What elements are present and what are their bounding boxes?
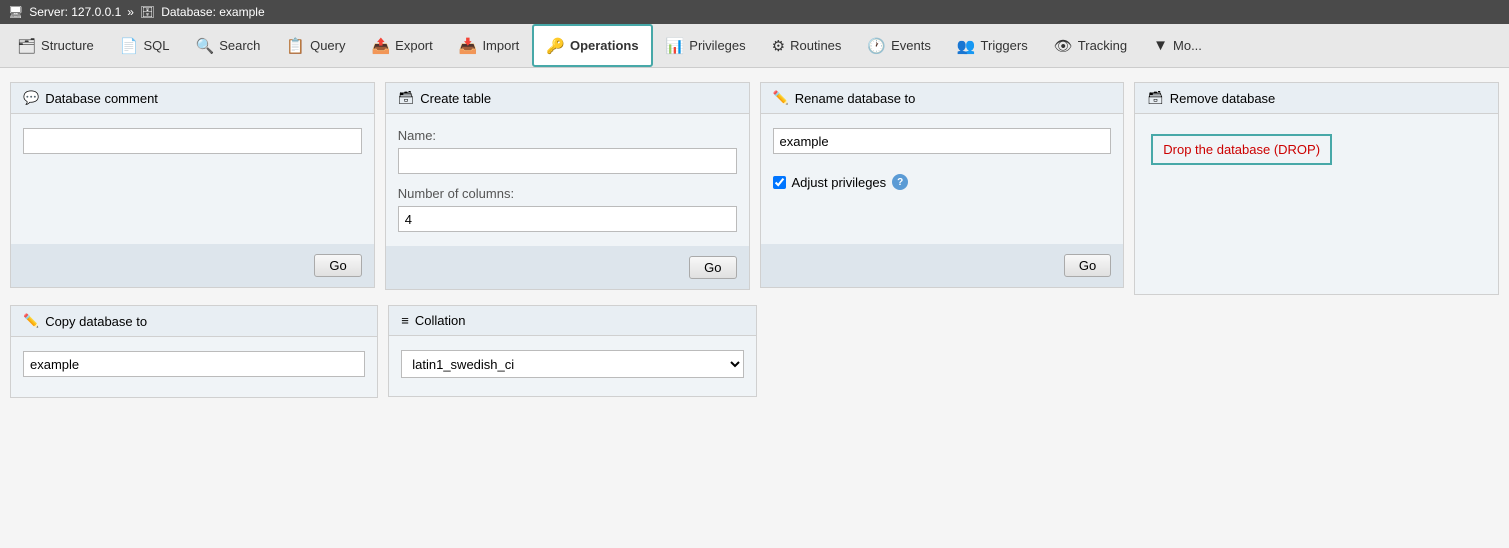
events-icon: 🕐 bbox=[867, 37, 886, 55]
nav-events-label: Events bbox=[891, 38, 931, 53]
tracking-icon: 👁 bbox=[1054, 37, 1073, 55]
panels-row-1: 💬 Database comment Go 🗃 Create table Nam… bbox=[10, 82, 1499, 295]
database-comment-header: 💬 Database comment bbox=[11, 83, 374, 114]
database-comment-title: Database comment bbox=[45, 91, 158, 106]
nav-triggers[interactable]: 👥 Triggers bbox=[944, 24, 1041, 67]
nav-events[interactable]: 🕐 Events bbox=[854, 24, 943, 67]
nav-structure-label: Structure bbox=[41, 38, 94, 53]
nav-routines-label: Routines bbox=[790, 38, 841, 53]
titlebar: 🖥 Server: 127.0.0.1 » 🗄 Database: exampl… bbox=[0, 0, 1509, 24]
copy-database-body bbox=[11, 337, 377, 397]
remove-database-body: Drop the database (DROP) bbox=[1135, 114, 1498, 294]
server-label: Server: 127.0.0.1 bbox=[29, 5, 121, 19]
adjust-privileges-checkbox[interactable] bbox=[773, 176, 786, 189]
rename-database-input[interactable] bbox=[773, 128, 1112, 154]
rename-database-body: Adjust privileges ? bbox=[761, 114, 1124, 244]
nav-import[interactable]: 📥 Import bbox=[446, 24, 533, 67]
collation-select[interactable]: latin1_swedish_ci utf8_general_ci utf8mb… bbox=[401, 350, 743, 378]
operations-icon: 🔑 bbox=[546, 37, 565, 55]
remove-database-panel: 🗃 Remove database Drop the database (DRO… bbox=[1134, 82, 1499, 295]
nav-search-label: Search bbox=[219, 38, 260, 53]
database-comment-body bbox=[11, 114, 374, 244]
remove-database-title: Remove database bbox=[1170, 91, 1276, 106]
nav-query[interactable]: 📋 Query bbox=[273, 24, 358, 67]
collation-icon: ≡ bbox=[401, 313, 409, 328]
database-icon: 🗄 bbox=[140, 5, 155, 19]
breadcrumb-separator: » bbox=[127, 5, 134, 19]
nav-sql[interactable]: 📄 SQL bbox=[107, 24, 183, 67]
rename-database-go-button[interactable]: Go bbox=[1064, 254, 1111, 277]
create-table-go-button[interactable]: Go bbox=[689, 256, 736, 279]
rename-database-panel: ✏️ Rename database to Adjust privileges … bbox=[760, 82, 1125, 288]
create-table-header: 🗃 Create table bbox=[386, 83, 749, 114]
copy-database-panel: ✏️ Copy database to bbox=[10, 305, 378, 398]
nav-search[interactable]: 🔍 Search bbox=[183, 24, 274, 67]
rename-database-footer: Go bbox=[761, 244, 1124, 287]
navbar: 🗂 Structure 📄 SQL 🔍 Search 📋 Query 📤 Exp… bbox=[0, 24, 1509, 68]
copy-db-icon: ✏️ bbox=[23, 313, 39, 329]
import-icon: 📥 bbox=[459, 37, 478, 55]
server-icon: 🖥 bbox=[8, 5, 23, 19]
nav-operations-label: Operations bbox=[570, 38, 639, 53]
copy-database-header: ✏️ Copy database to bbox=[11, 306, 377, 337]
columns-label: Number of columns: bbox=[398, 186, 737, 201]
create-table-columns-input[interactable] bbox=[398, 206, 737, 232]
create-table-body: Name: Number of columns: bbox=[386, 114, 749, 246]
nav-tracking-label: Tracking bbox=[1078, 38, 1127, 53]
nav-import-label: Import bbox=[482, 38, 519, 53]
database-label: Database: example bbox=[161, 5, 264, 19]
structure-icon: 🗂 bbox=[17, 37, 36, 55]
create-table-panel: 🗃 Create table Name: Number of columns: … bbox=[385, 82, 750, 290]
name-label: Name: bbox=[398, 128, 737, 143]
sql-icon: 📄 bbox=[120, 37, 139, 55]
create-table-title: Create table bbox=[420, 91, 491, 106]
routines-icon: ⚙ bbox=[772, 37, 785, 55]
copy-database-title: Copy database to bbox=[45, 314, 147, 329]
rename-icon: ✏️ bbox=[773, 90, 789, 106]
remove-database-header: 🗃 Remove database bbox=[1135, 83, 1498, 114]
create-table-icon: 🗃 bbox=[398, 90, 415, 106]
adjust-privileges-label: Adjust privileges bbox=[792, 175, 887, 190]
more-icon: ▼ bbox=[1153, 37, 1168, 54]
nav-triggers-label: Triggers bbox=[981, 38, 1028, 53]
comment-icon: 💬 bbox=[23, 90, 39, 106]
collation-body: latin1_swedish_ci utf8_general_ci utf8mb… bbox=[389, 336, 755, 396]
nav-query-label: Query bbox=[310, 38, 345, 53]
nav-tracking[interactable]: 👁 Tracking bbox=[1041, 24, 1140, 67]
nav-structure[interactable]: 🗂 Structure bbox=[4, 24, 107, 67]
collation-header: ≡ Collation bbox=[389, 306, 755, 336]
nav-more[interactable]: ▼ Mo... bbox=[1140, 24, 1215, 67]
copy-database-input[interactable] bbox=[23, 351, 365, 377]
database-comment-panel: 💬 Database comment Go bbox=[10, 82, 375, 288]
collation-panel: ≡ Collation latin1_swedish_ci utf8_gener… bbox=[388, 305, 756, 397]
collation-title: Collation bbox=[415, 313, 466, 328]
nav-export-label: Export bbox=[395, 38, 433, 53]
create-table-name-input[interactable] bbox=[398, 148, 737, 174]
panels-row-2: ✏️ Copy database to ≡ Collation latin1_s… bbox=[10, 305, 1499, 398]
database-comment-footer: Go bbox=[11, 244, 374, 287]
nav-sql-label: SQL bbox=[143, 38, 169, 53]
query-icon: 📋 bbox=[286, 37, 305, 55]
privileges-icon: 📊 bbox=[666, 37, 685, 55]
database-comment-go-button[interactable]: Go bbox=[314, 254, 361, 277]
main-content: 💬 Database comment Go 🗃 Create table Nam… bbox=[0, 68, 1509, 548]
nav-privileges[interactable]: 📊 Privileges bbox=[653, 24, 759, 67]
export-icon: 📤 bbox=[371, 37, 390, 55]
nav-operations[interactable]: 🔑 Operations bbox=[532, 24, 652, 67]
nav-more-label: Mo... bbox=[1173, 38, 1202, 53]
remove-db-icon: 🗃 bbox=[1147, 90, 1164, 106]
database-comment-input[interactable] bbox=[23, 128, 362, 154]
search-icon: 🔍 bbox=[196, 37, 215, 55]
rename-database-title: Rename database to bbox=[795, 91, 916, 106]
triggers-icon: 👥 bbox=[957, 37, 976, 55]
nav-routines[interactable]: ⚙ Routines bbox=[759, 24, 855, 67]
adjust-privileges-info-icon[interactable]: ? bbox=[892, 174, 908, 190]
adjust-privileges-row: Adjust privileges ? bbox=[773, 174, 1112, 190]
create-table-footer: Go bbox=[386, 246, 749, 289]
rename-database-header: ✏️ Rename database to bbox=[761, 83, 1124, 114]
nav-privileges-label: Privileges bbox=[689, 38, 745, 53]
nav-export[interactable]: 📤 Export bbox=[358, 24, 445, 67]
drop-database-link[interactable]: Drop the database (DROP) bbox=[1151, 134, 1332, 165]
